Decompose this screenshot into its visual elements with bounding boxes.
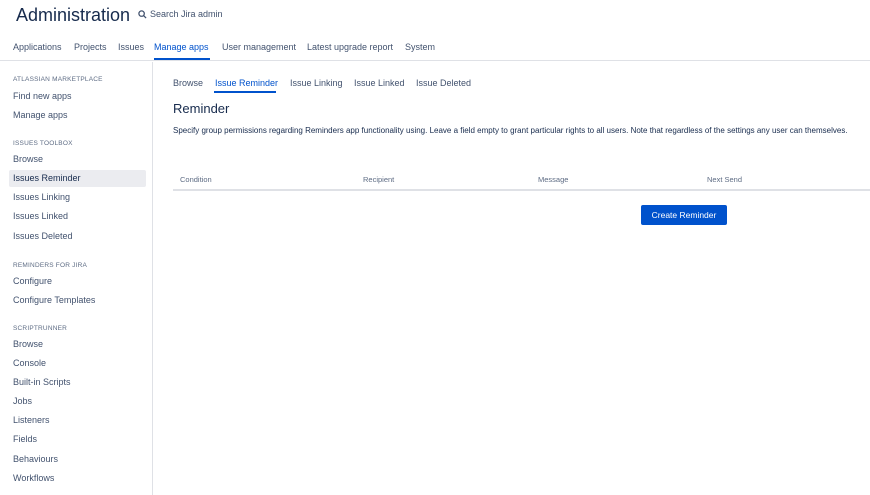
search-box[interactable]: Search Jira admin [138,9,223,19]
sidebar-heading-scriptrunner: SCRIPTRUNNER [13,325,68,332]
sidebar: ATLASSIAN MARKETPLACE Find new apps Mana… [0,62,153,495]
tab-browse[interactable]: Browse [173,78,203,88]
topnav-manage-apps[interactable]: Manage apps [154,42,209,52]
column-header-recipient: Recipient [363,175,395,184]
column-header-message: Message [538,175,569,184]
table-header: Condition Recipient Message Next Send [173,172,870,191]
sidebar-item-jobs[interactable]: Jobs [9,393,146,410]
sidebar-item-configure[interactable]: Configure [9,273,146,290]
section-title: Reminder [173,101,230,116]
sidebar-item-find-new-apps[interactable]: Find new apps [9,88,146,105]
sidebar-item-scriptrunner-browse[interactable]: Browse [9,336,146,353]
sidebar-item-built-in-scripts[interactable]: Built-in Scripts [9,374,146,391]
header: Administration Search Jira admin [0,0,870,34]
topnav-issues[interactable]: Issues [118,42,144,52]
column-header-condition: Condition [180,175,212,184]
search-input[interactable]: Search Jira admin [150,9,223,19]
tab-issue-reminder[interactable]: Issue Reminder [215,78,278,88]
sidebar-item-issues-linking[interactable]: Issues Linking [9,189,146,206]
top-nav: Applications Projects Issues Manage apps… [0,38,870,61]
sidebar-item-behaviours[interactable]: Behaviours [9,451,146,468]
sidebar-item-issues-linked[interactable]: Issues Linked [9,208,146,225]
sidebar-item-issues-deleted[interactable]: Issues Deleted [9,228,146,245]
column-header-next-send: Next Send [707,175,743,184]
sidebar-item-console[interactable]: Console [9,355,146,372]
sidebar-item-toolbox-browse[interactable]: Browse [9,151,146,168]
page-title: Administration [16,5,131,25]
sidebar-item-manage-apps[interactable]: Manage apps [9,107,146,124]
topnav-active-indicator [154,58,210,60]
sidebar-item-fields[interactable]: Fields [9,431,146,448]
topnav-latest-upgrade-report[interactable]: Latest upgrade report [307,42,393,52]
create-reminder-button[interactable]: Create Reminder [641,205,727,225]
sidebar-item-workflows[interactable]: Workflows [9,470,146,487]
section-description: Specify group permissions regarding Remi… [173,126,848,135]
sidebar-heading-issues-toolbox: ISSUES TOOLBOX [13,140,73,147]
subtab-active-indicator [214,91,276,93]
topnav-projects[interactable]: Projects [74,42,107,52]
topnav-applications[interactable]: Applications [13,42,62,52]
tab-issue-linking[interactable]: Issue Linking [290,78,343,88]
tab-issue-deleted[interactable]: Issue Deleted [416,78,471,88]
sidebar-item-configure-templates[interactable]: Configure Templates [9,292,146,309]
sidebar-item-issues-reminder[interactable]: Issues Reminder [9,170,146,187]
sidebar-item-listeners[interactable]: Listeners [9,412,146,429]
sidebar-heading-reminders-for-jira: REMINDERS FOR JIRA [13,262,88,269]
tab-issue-linked[interactable]: Issue Linked [354,78,405,88]
search-icon [138,9,147,19]
topnav-system[interactable]: System [405,42,435,52]
topnav-user-management[interactable]: User management [222,42,296,52]
sidebar-heading-atlassian-marketplace: ATLASSIAN MARKETPLACE [13,76,103,83]
